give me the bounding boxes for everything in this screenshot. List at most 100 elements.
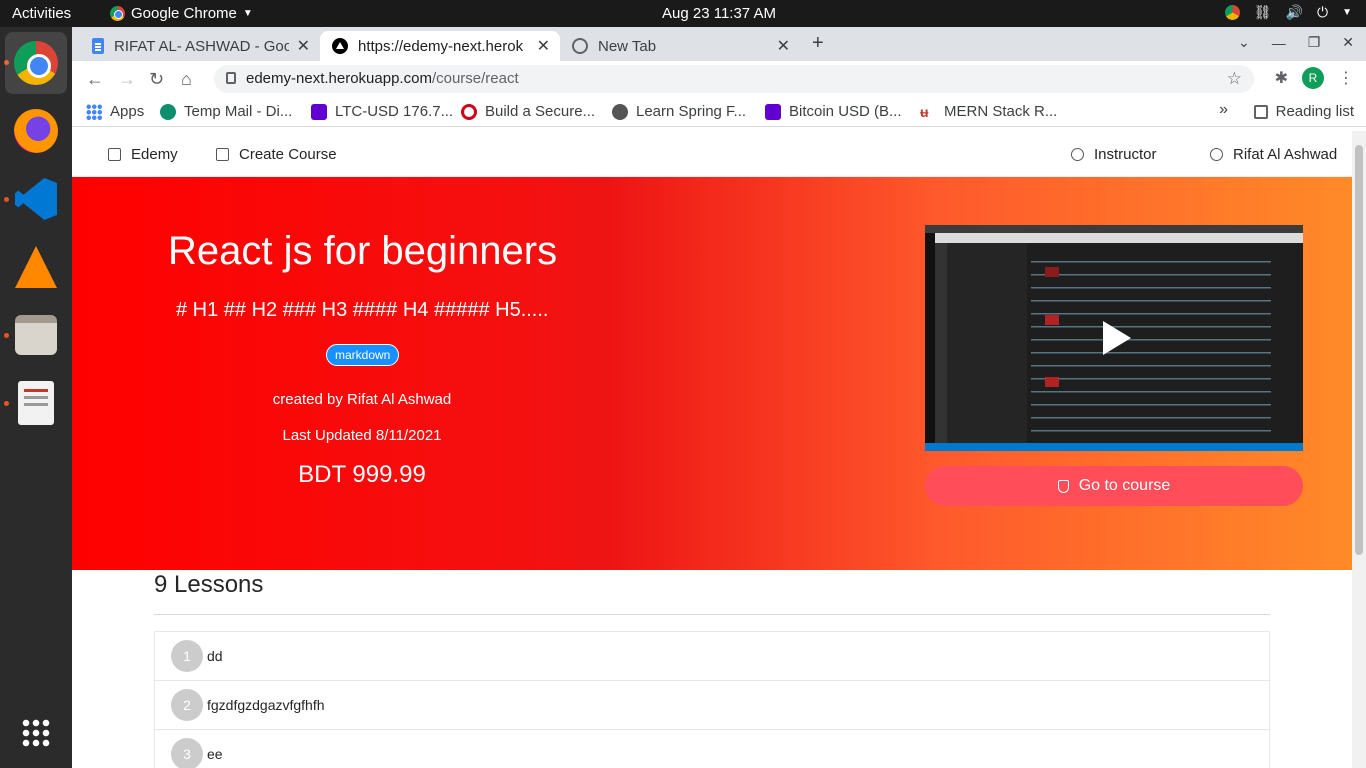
reading-list-label: Reading list — [1275, 103, 1354, 120]
back-arrow-icon[interactable]: ← — [86, 69, 104, 90]
coffee-icon — [1210, 148, 1223, 161]
tab-google-docs[interactable]: RIFAT AL- ASHWAD - Goog ✕ — [80, 31, 320, 61]
new-tab-button[interactable]: + — [812, 32, 824, 55]
chevron-down-icon[interactable]: ▼ — [1342, 7, 1352, 18]
tab-search-icon[interactable]: ⌄ — [1238, 34, 1250, 51]
lessons-heading: 9 Lessons — [154, 571, 264, 598]
bookmarks-bar: Apps Temp Mail - Di... LTC-USD 176.7... … — [72, 97, 1366, 127]
show-apps-button[interactable] — [12, 709, 60, 757]
lesson-item[interactable]: 3 ee — [155, 730, 1269, 768]
toolbar-actions: ✱ R ⋮ — [1275, 67, 1354, 89]
home-icon[interactable]: ⌂ — [181, 69, 192, 90]
lesson-item[interactable]: 2 fgzdfgzdgazvfgfhfh — [155, 681, 1269, 730]
lesson-number-avatar: 3 — [171, 738, 203, 768]
calendar-check-icon — [216, 148, 229, 161]
lock-icon[interactable] — [226, 72, 236, 84]
video-frame-activitybar — [935, 243, 947, 443]
nav-brand-edemy[interactable]: Edemy — [108, 146, 178, 163]
bookmark-apps[interactable]: Apps — [86, 103, 144, 120]
play-icon[interactable] — [1103, 321, 1131, 355]
lesson-number-avatar: 2 — [171, 689, 203, 721]
bookmark-build-secure[interactable]: Build a Secure... — [461, 103, 595, 120]
network-icon[interactable]: ⛓ — [1254, 4, 1272, 21]
globe-icon — [612, 103, 628, 120]
url-path: /course/react — [431, 70, 519, 87]
tab-strip: RIFAT AL- ASHWAD - Goog ✕ https://edemy-… — [72, 27, 1366, 61]
minimize-icon[interactable]: — — [1272, 35, 1286, 51]
clock[interactable]: Aug 23 11:37 AM — [662, 5, 776, 22]
address-bar[interactable]: edemy-next.herokuapp.com/course/react ☆ — [214, 65, 1254, 93]
page-scrollbar[interactable] — [1352, 131, 1366, 768]
app-grid-icon — [21, 718, 51, 748]
site-navbar: Edemy Create Course Instructor Rifat Al … — [72, 131, 1352, 177]
course-title: React js for beginners — [168, 229, 558, 273]
bookmark-label: Apps — [110, 103, 145, 120]
apps-grid-icon — [86, 103, 102, 120]
lesson-title: fgzdfgzdgazvfgfhfh — [207, 697, 325, 713]
running-indicator — [4, 333, 9, 338]
nav-instructor[interactable]: Instructor — [1071, 146, 1157, 163]
maximize-icon[interactable]: ❐ — [1308, 34, 1321, 51]
nav-label: Instructor — [1094, 146, 1157, 163]
window-controls: ⌄ — ❐ ✕ — [1238, 34, 1354, 51]
more-bookmarks-icon[interactable]: » — [1219, 101, 1228, 119]
video-frame-titlebar — [925, 225, 1303, 233]
volume-icon[interactable]: 🔊 — [1286, 4, 1303, 21]
reload-icon[interactable]: ↻ — [149, 69, 164, 90]
vscode-icon — [15, 178, 57, 220]
bookmark-label: Build a Secure... — [485, 103, 596, 120]
bookmark-bitcoin-usd[interactable]: Bitcoin USD (B... — [765, 103, 902, 120]
dock-vscode[interactable] — [12, 175, 60, 223]
profile-avatar[interactable]: R — [1302, 67, 1324, 89]
chrome-icon[interactable] — [1224, 5, 1240, 20]
bookmark-ltc-usd[interactable]: LTC-USD 176.7... — [311, 103, 453, 120]
scrollbar-thumb[interactable] — [1355, 145, 1363, 555]
course-description: # H1 ## H2 ### H3 #### H4 ##### H5..... — [176, 299, 549, 321]
close-window-icon[interactable]: ✕ — [1342, 34, 1354, 51]
reading-list-button[interactable]: Reading list — [1253, 103, 1354, 120]
reading-list-icon — [1253, 104, 1268, 119]
nav-create-course[interactable]: Create Course — [216, 146, 337, 163]
caret-down-icon: ▼ — [242, 8, 253, 19]
video-frame-sidebar — [947, 243, 1027, 443]
vlc-icon — [15, 246, 57, 288]
lesson-item[interactable]: 1 dd — [155, 632, 1269, 681]
video-frame-code — [1031, 255, 1271, 441]
video-frame-statusbar — [925, 443, 1303, 451]
forward-arrow-icon[interactable]: → — [118, 69, 136, 90]
tab-edemy[interactable]: https://edemy-next.herok ✕ — [320, 31, 560, 61]
dock-files[interactable] — [12, 311, 60, 359]
bookmark-star-icon[interactable]: ☆ — [1227, 65, 1242, 93]
vercel-icon — [332, 38, 348, 54]
safety-shield-icon — [1057, 479, 1069, 493]
close-icon[interactable]: ✕ — [537, 36, 550, 56]
app-name: Google Chrome — [131, 5, 237, 22]
activities-button[interactable]: Activities — [12, 5, 71, 22]
nav-label: Edemy — [131, 146, 178, 163]
dock-document-viewer[interactable] — [12, 379, 60, 427]
close-icon[interactable]: ✕ — [777, 36, 790, 56]
more-menu-icon[interactable]: ⋮ — [1338, 68, 1354, 88]
system-tray[interactable]: ⛓ 🔊 ⏻ ▼ — [1224, 4, 1352, 21]
bookmark-label: Bitcoin USD (B... — [789, 103, 902, 120]
lesson-title: ee — [207, 746, 223, 762]
close-icon[interactable]: ✕ — [297, 36, 310, 56]
bookmark-learn-spring[interactable]: Learn Spring F... — [612, 103, 746, 120]
power-icon[interactable]: ⏻ — [1317, 4, 1328, 21]
bookmark-temp-mail[interactable]: Temp Mail - Di... — [160, 103, 292, 120]
tab-title: RIFAT AL- ASHWAD - Goog — [114, 37, 289, 55]
chrome-icon — [110, 6, 125, 21]
course-updated: Last Updated 8/11/2021 — [282, 427, 442, 444]
course-hero: React js for beginners # H1 ## H2 ### H3… — [72, 177, 1352, 570]
dock-vlc[interactable] — [12, 243, 60, 291]
course-preview-video[interactable] — [925, 225, 1303, 451]
extensions-icon[interactable]: ✱ — [1275, 68, 1288, 88]
go-to-course-button[interactable]: Go to course — [925, 466, 1303, 506]
tab-title: https://edemy-next.herok — [358, 37, 524, 55]
tab-new-tab[interactable]: New Tab ✕ — [560, 31, 800, 61]
dock-firefox[interactable] — [12, 107, 60, 155]
app-menu[interactable]: Google Chrome ▼ — [110, 5, 253, 22]
bookmark-mern-stack[interactable]: ʉ MERN Stack R... — [920, 103, 1057, 120]
nav-user-menu[interactable]: Rifat Al Ashwad — [1210, 146, 1337, 163]
dock-chrome[interactable] — [5, 32, 67, 94]
